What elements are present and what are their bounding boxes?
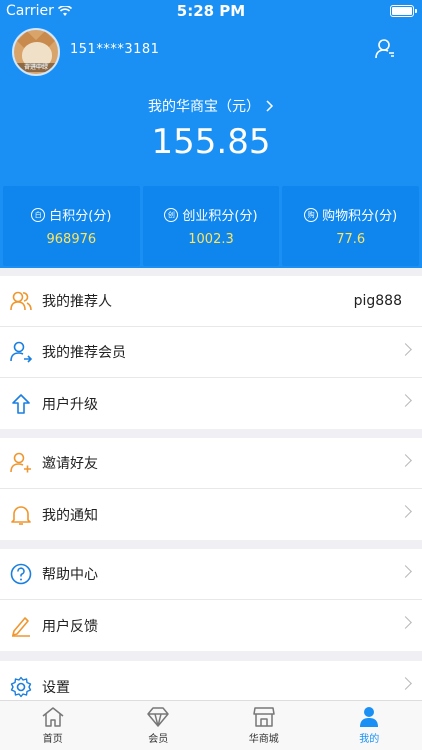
tab-member-label: 会员 xyxy=(148,734,169,745)
menu-referrer[interactable]: 我的推荐人 pig888 xyxy=(0,276,422,327)
user-icon xyxy=(360,707,379,727)
gear-icon xyxy=(10,676,32,698)
tab-home[interactable]: 首页 xyxy=(0,701,106,750)
startup-points-icon: 创 xyxy=(164,207,179,222)
referred-members-label: 我的推荐会员 xyxy=(42,345,126,361)
shopping-points-title: 购 购物积分(分) xyxy=(304,205,397,224)
chevron-right-icon xyxy=(399,505,412,518)
white-points-value: 968976 xyxy=(46,232,97,247)
wallet-link[interactable]: 我的华商宝（元） xyxy=(0,96,422,116)
avatar-caption: 奋进中绿 xyxy=(14,63,58,72)
startup-points-title: 创 创业积分(分) xyxy=(164,205,258,224)
referrer-icon xyxy=(10,290,32,312)
referrer-value: pig888 xyxy=(353,293,402,309)
bell-icon xyxy=(10,504,32,526)
menu-upgrade[interactable]: 用户升级 xyxy=(0,378,422,429)
chevron-right-icon xyxy=(266,100,274,112)
tab-mine-label: 我的 xyxy=(359,734,380,745)
upgrade-label: 用户升级 xyxy=(42,396,98,413)
tab-home-label: 首页 xyxy=(42,734,63,745)
diamond-icon xyxy=(147,707,169,727)
clock: 5:28 PM xyxy=(176,2,246,20)
menu-help[interactable]: 帮助中心 xyxy=(0,549,422,600)
tab-mall-label: 华商城 xyxy=(248,734,279,745)
tab-mine[interactable]: 我的 xyxy=(317,701,422,750)
invite-label: 邀请好友 xyxy=(42,456,98,472)
pencil-icon xyxy=(10,615,32,637)
account-switch-icon[interactable] xyxy=(374,38,396,64)
tab-mall[interactable]: 华商城 xyxy=(211,701,317,750)
upgrade-arrow-icon xyxy=(10,393,32,415)
white-points-icon: 白 xyxy=(31,207,46,222)
avatar[interactable]: 奋进中绿 xyxy=(12,28,60,76)
shopping-points-card[interactable]: 购 购物积分(分) 77.6 xyxy=(282,186,420,266)
chevron-right-icon xyxy=(399,454,412,467)
shopping-points-value: 77.6 xyxy=(336,232,366,247)
store-icon xyxy=(253,707,275,727)
profile-header: 奋进中绿 151****3181 我的华商宝（元） 155.85 白 白积分(分… xyxy=(0,22,422,268)
wallet-balance: 155.85 xyxy=(151,122,271,162)
chevron-right-icon xyxy=(399,565,412,578)
shopping-points-label: 购物积分(分) xyxy=(322,209,398,224)
white-points-label: 白积分(分) xyxy=(49,209,112,224)
shopping-points-icon: 购 xyxy=(304,207,319,222)
startup-points-value: 1002.3 xyxy=(188,232,234,247)
help-question-icon xyxy=(10,563,32,585)
referred-members-icon xyxy=(10,341,32,363)
menu-referred-members[interactable]: 我的推荐会员 xyxy=(0,327,422,378)
notifications-label: 我的通知 xyxy=(42,507,98,524)
phone-number: 151****3181 xyxy=(70,42,160,57)
menu-group-referral: 我的推荐人 pig888 我的推荐会员 用户升级 xyxy=(0,276,422,429)
white-points-card[interactable]: 白 白积分(分) 968976 xyxy=(3,186,140,266)
startup-points-label: 创业积分(分) xyxy=(182,209,258,224)
settings-label: 设置 xyxy=(42,679,70,696)
white-points-title: 白 白积分(分) xyxy=(31,205,111,224)
home-icon xyxy=(42,707,64,727)
menu-group-support: 帮助中心 用户反馈 xyxy=(0,549,422,651)
tab-bar: 首页 会员 华商城 我的 xyxy=(0,700,422,750)
menu-invite[interactable]: 邀请好友 xyxy=(0,438,422,489)
startup-points-card[interactable]: 创 创业积分(分) 1002.3 xyxy=(142,186,280,266)
chevron-right-icon xyxy=(399,343,412,356)
menu-notifications[interactable]: 我的通知 xyxy=(0,489,422,540)
referrer-label: 我的推荐人 xyxy=(42,294,112,310)
wallet-label: 我的华商宝（元） xyxy=(148,99,260,115)
battery-icon xyxy=(390,5,417,17)
menu-feedback[interactable]: 用户反馈 xyxy=(0,600,422,651)
menu-group-social: 邀请好友 我的通知 xyxy=(0,438,422,540)
chevron-right-icon xyxy=(399,616,412,629)
chevron-right-icon xyxy=(399,677,412,690)
status-bar: Carrier 5:28 PM xyxy=(0,0,422,22)
tab-member[interactable]: 会员 xyxy=(106,701,212,750)
chevron-right-icon xyxy=(399,394,412,407)
help-label: 帮助中心 xyxy=(42,567,98,583)
invite-friend-icon xyxy=(10,452,32,474)
feedback-label: 用户反馈 xyxy=(42,618,98,635)
points-panel: 白 白积分(分) 968976 创 创业积分(分) 1002.3 购 购物积分(… xyxy=(0,186,422,266)
